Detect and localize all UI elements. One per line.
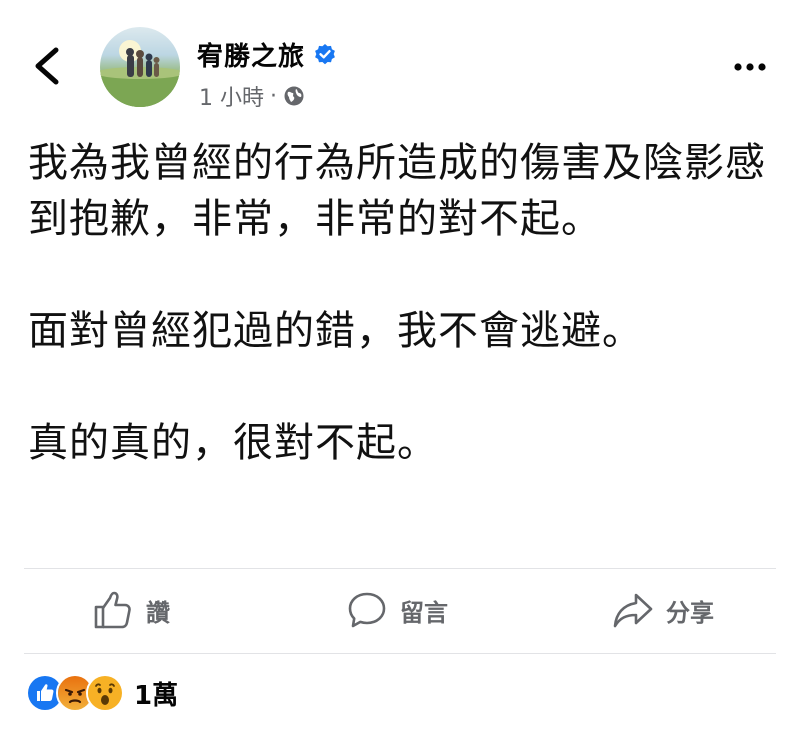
thumbs-up-icon bbox=[94, 591, 131, 629]
comment-icon bbox=[348, 592, 386, 628]
meta-separator: · bbox=[270, 83, 277, 109]
share-button[interactable]: 分享 bbox=[612, 585, 714, 635]
avatar[interactable] bbox=[100, 27, 180, 107]
post-body: 我為我曾經的行為所造成的傷害及陰影感到抱歉，非常，非常的對不起。 面對曾經犯過的… bbox=[28, 135, 778, 471]
reaction-count[interactable]: 1萬 bbox=[134, 675, 178, 712]
comment-label: 留言 bbox=[400, 598, 448, 627]
share-label: 分享 bbox=[666, 598, 714, 627]
wow-reaction-icon bbox=[86, 674, 124, 712]
divider bbox=[24, 568, 776, 569]
back-arrow-icon[interactable] bbox=[30, 44, 64, 88]
verified-badge-icon bbox=[315, 43, 335, 64]
page-name[interactable]: 宥勝之旅 bbox=[197, 36, 305, 73]
globe-icon bbox=[284, 86, 304, 106]
like-label: 讚 bbox=[146, 598, 170, 627]
reactions-summary[interactable]: 1萬 bbox=[26, 674, 178, 712]
avatar-photo-icon bbox=[100, 40, 180, 107]
post-paragraph-2: 面對曾經犯過的錯，我不會逃避。 bbox=[28, 308, 643, 354]
more-options-icon[interactable] bbox=[728, 52, 772, 82]
post-paragraph-3: 真的真的，很對不起。 bbox=[28, 420, 438, 466]
divider bbox=[24, 653, 776, 654]
post-time[interactable]: 1 小時 bbox=[199, 80, 264, 112]
post-header: 宥勝之旅 1 小時 · bbox=[0, 0, 800, 125]
post-paragraph-1: 我為我曾經的行為所造成的傷害及陰影感到抱歉，非常，非常的對不起。 bbox=[28, 140, 766, 242]
comment-button[interactable]: 留言 bbox=[346, 585, 448, 635]
like-button[interactable]: 讚 bbox=[92, 585, 170, 635]
share-icon bbox=[613, 593, 653, 628]
